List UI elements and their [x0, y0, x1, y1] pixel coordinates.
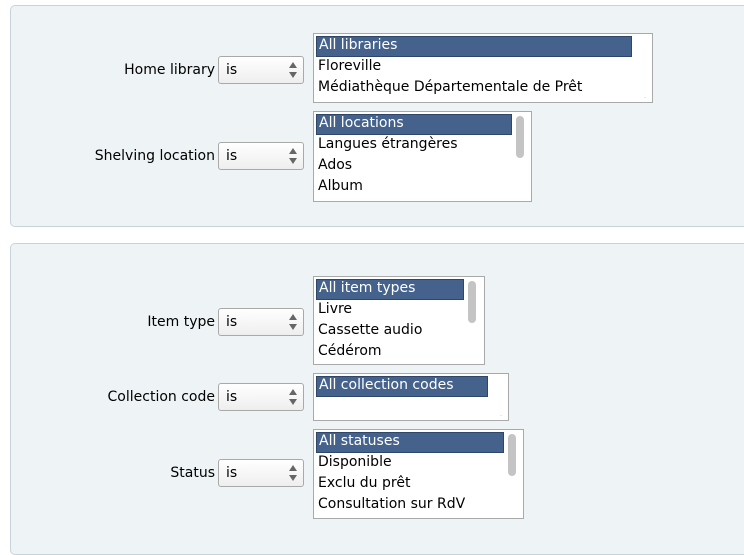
- shelving-location-operator-value: is: [226, 148, 238, 164]
- collection-code-listbox[interactable]: All collection codes .: [313, 373, 509, 421]
- shelving-location-listbox[interactable]: All locations Langues étrangères Ados Al…: [313, 111, 532, 202]
- item-type-operator-value: is: [226, 314, 238, 330]
- status-option[interactable]: Disponible: [316, 453, 392, 474]
- home-library-listbox[interactable]: All libraries Floreville Médiathèque Dép…: [313, 33, 653, 103]
- collection-code-option[interactable]: All collection codes: [316, 376, 488, 397]
- home-library-option[interactable]: All libraries: [316, 36, 632, 57]
- collection-code-operator-value: is: [226, 389, 238, 405]
- shelving-location-label: Shelving location: [94, 148, 215, 164]
- up-down-arrows-icon: [288, 463, 298, 483]
- collection-code-label: Collection code: [107, 389, 215, 405]
- resize-corner-icon: .: [500, 410, 503, 418]
- up-down-arrows-icon: [288, 146, 298, 166]
- up-down-arrows-icon: [288, 312, 298, 332]
- item-type-option[interactable]: Cassette audio: [316, 321, 422, 342]
- up-down-arrows-icon: [288, 387, 298, 407]
- resize-corner-icon: .: [644, 92, 647, 100]
- item-type-option[interactable]: Cédérom: [316, 342, 382, 363]
- home-library-option[interactable]: Médiathèque Départementale de Prêt: [316, 78, 582, 99]
- item-type-listbox[interactable]: All item types Livre Cassette audio Cédé…: [313, 276, 485, 365]
- shelving-location-option[interactable]: All locations: [316, 114, 512, 135]
- home-library-operator-value: is: [226, 62, 238, 78]
- shelving-location-operator-select[interactable]: is: [218, 142, 304, 170]
- item-type-option[interactable]: All item types: [316, 279, 464, 300]
- status-listbox[interactable]: All statuses Disponible Exclu du prêt Co…: [313, 429, 524, 519]
- up-down-arrows-icon: [288, 60, 298, 80]
- status-option[interactable]: Exclu du prêt: [316, 474, 410, 495]
- home-library-label: Home library: [124, 62, 215, 78]
- item-type-option[interactable]: Livre: [316, 300, 352, 321]
- shelving-location-option[interactable]: Album: [316, 177, 363, 198]
- status-label: Status: [170, 465, 215, 481]
- status-option[interactable]: All statuses: [316, 432, 504, 453]
- home-library-option[interactable]: Floreville: [316, 57, 381, 78]
- shelving-location-scrollbar[interactable]: [516, 116, 524, 158]
- shelving-location-option[interactable]: Ados: [316, 156, 352, 177]
- item-type-label: Item type: [147, 314, 215, 330]
- shelving-location-option[interactable]: Langues étrangères: [316, 135, 458, 156]
- status-scrollbar[interactable]: [508, 434, 516, 476]
- status-operator-value: is: [226, 465, 238, 481]
- status-operator-select[interactable]: is: [218, 459, 304, 487]
- item-type-scrollbar[interactable]: [468, 281, 476, 323]
- item-type-operator-select[interactable]: is: [218, 308, 304, 336]
- collection-code-operator-select[interactable]: is: [218, 383, 304, 411]
- status-option[interactable]: Consultation sur RdV: [316, 495, 465, 516]
- home-library-operator-select[interactable]: is: [218, 56, 304, 84]
